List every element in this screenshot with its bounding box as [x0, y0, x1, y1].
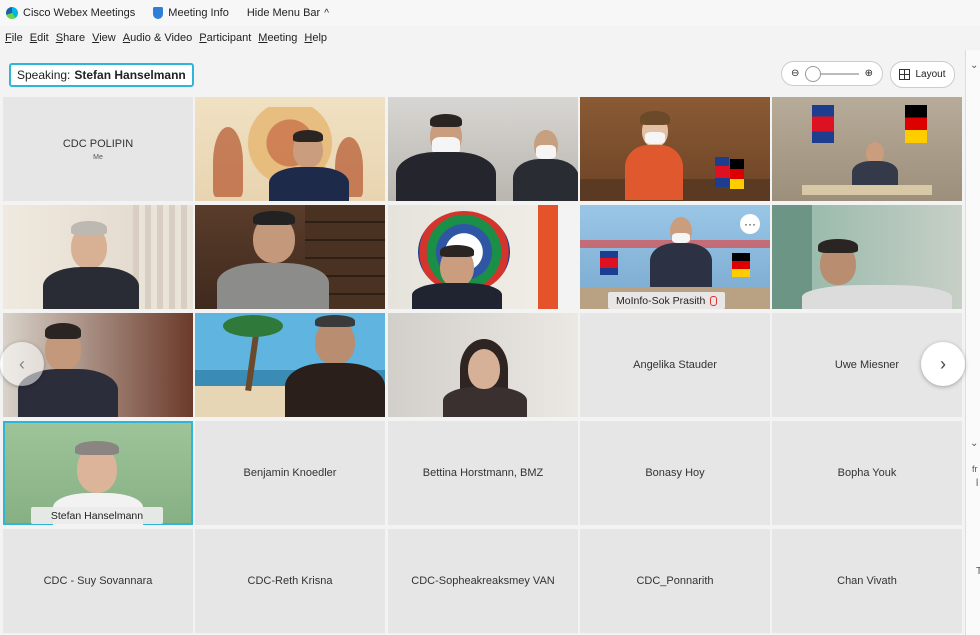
participant-tile-self[interactable]: CDC POLIPIN Me: [3, 97, 193, 201]
menu-file[interactable]: File: [5, 32, 23, 44]
participant-name: Bonasy Hoy: [645, 467, 705, 479]
menu-share[interactable]: Share: [56, 32, 85, 44]
side-panel-collapsed: ⌄ ⌄ fr l T: [965, 50, 980, 635]
participant-tile[interactable]: Chan Vivath: [772, 529, 962, 633]
participant-tile[interactable]: CDC_Ponnarith: [580, 529, 770, 633]
microphone-icon: [710, 295, 718, 306]
menu-help[interactable]: Help: [304, 32, 327, 44]
participant-tile[interactable]: Bonasy Hoy: [580, 421, 770, 525]
panel-text: fr: [972, 464, 978, 474]
shield-icon: [153, 7, 164, 19]
participant-video-tile[interactable]: ··· MoInfo-Sok Prasith: [580, 205, 770, 309]
chevron-right-icon: ›: [940, 353, 946, 374]
title-bar: Cisco Webex Meetings Meeting Info Hide M…: [0, 0, 980, 26]
zoom-control: ⊖ ⊕: [781, 61, 883, 86]
menu-participant[interactable]: Participant: [199, 32, 251, 44]
participant-tile[interactable]: CDC - Suy Sovannara: [3, 529, 193, 633]
participant-tile[interactable]: Bopha Youk: [772, 421, 962, 525]
zoom-slider[interactable]: [805, 65, 859, 82]
participant-name: Benjamin Knoedler: [243, 467, 337, 479]
participant-name: Bettina Horstmann, BMZ: [422, 467, 544, 479]
menu-edit[interactable]: Edit: [30, 32, 49, 44]
participant-name: CDC-Sopheakreaksmey VAN: [411, 575, 555, 587]
self-label: Me: [93, 153, 103, 161]
participant-video-tile[interactable]: [195, 205, 385, 309]
layout-button[interactable]: Layout: [890, 61, 955, 88]
participant-tile[interactable]: Benjamin Knoedler: [195, 421, 385, 525]
participant-name: Bopha Youk: [837, 467, 897, 479]
zoom-out-icon[interactable]: ⊖: [791, 68, 799, 79]
menu-meeting[interactable]: Meeting: [258, 32, 297, 44]
chevron-left-icon: ‹: [19, 353, 25, 374]
chevron-up-icon: ^: [324, 7, 329, 19]
participant-name: CDC POLIPIN: [62, 137, 134, 150]
participant-video-tile[interactable]: [388, 313, 578, 417]
participant-tile[interactable]: CDC-Sopheakreaksmey VAN: [388, 529, 578, 633]
participant-video-tile[interactable]: [195, 313, 385, 417]
panel-text: l: [976, 478, 979, 489]
participant-video-tile[interactable]: [195, 97, 385, 201]
app-title: Cisco Webex Meetings: [6, 7, 135, 19]
menu-bar: File Edit Share View Audio & Video Parti…: [0, 26, 980, 50]
menu-audio-video[interactable]: Audio & Video: [123, 32, 193, 44]
grid-layout-icon: [899, 69, 911, 80]
panel-text: T: [976, 566, 980, 577]
zoom-slider-knob[interactable]: [805, 65, 822, 82]
participant-video-tile[interactable]: [388, 97, 578, 201]
more-options-button[interactable]: ···: [740, 214, 760, 234]
participant-name: Angelika Stauder: [633, 359, 717, 371]
zoom-in-icon[interactable]: ⊕: [865, 68, 873, 79]
participant-name-label: Stefan Hanselmann: [31, 507, 163, 524]
next-page-button[interactable]: ›: [921, 342, 965, 386]
participant-video-tile[interactable]: [3, 205, 193, 309]
participant-tile[interactable]: Bettina Horstmann, BMZ: [388, 421, 578, 525]
participant-video-tile-active-speaker[interactable]: Stefan Hanselmann: [3, 421, 193, 525]
participant-name: CDC-Reth Krisna: [247, 575, 333, 587]
chevron-down-icon[interactable]: ⌄: [970, 438, 978, 449]
previous-page-button[interactable]: ‹: [0, 342, 44, 386]
participant-name: CDC - Suy Sovannara: [43, 575, 153, 587]
participant-video-tile[interactable]: [772, 97, 962, 201]
participant-tile[interactable]: CDC-Reth Krisna: [195, 529, 385, 633]
speaking-indicator: Speaking: Stefan Hanselmann: [9, 63, 194, 87]
participant-name: Chan Vivath: [837, 575, 897, 587]
webex-logo-icon: [6, 7, 18, 19]
hide-menu-bar-button[interactable]: Hide Menu Bar ^: [247, 7, 329, 19]
participant-name: Uwe Miesner: [834, 359, 900, 371]
participant-video-tile[interactable]: [772, 205, 962, 309]
participant-name: CDC_Ponnarith: [636, 575, 714, 587]
menu-view[interactable]: View: [92, 32, 116, 44]
meeting-info-button[interactable]: Meeting Info: [153, 7, 229, 19]
participant-video-tile[interactable]: [388, 205, 578, 309]
participant-name-label: MoInfo-Sok Prasith: [608, 292, 726, 309]
chevron-down-icon[interactable]: ⌄: [970, 60, 978, 71]
participant-tile[interactable]: Angelika Stauder: [580, 313, 770, 417]
participant-video-tile[interactable]: [580, 97, 770, 201]
toolbar: Speaking: Stefan Hanselmann ⊖ ⊕ Layout: [0, 50, 965, 96]
